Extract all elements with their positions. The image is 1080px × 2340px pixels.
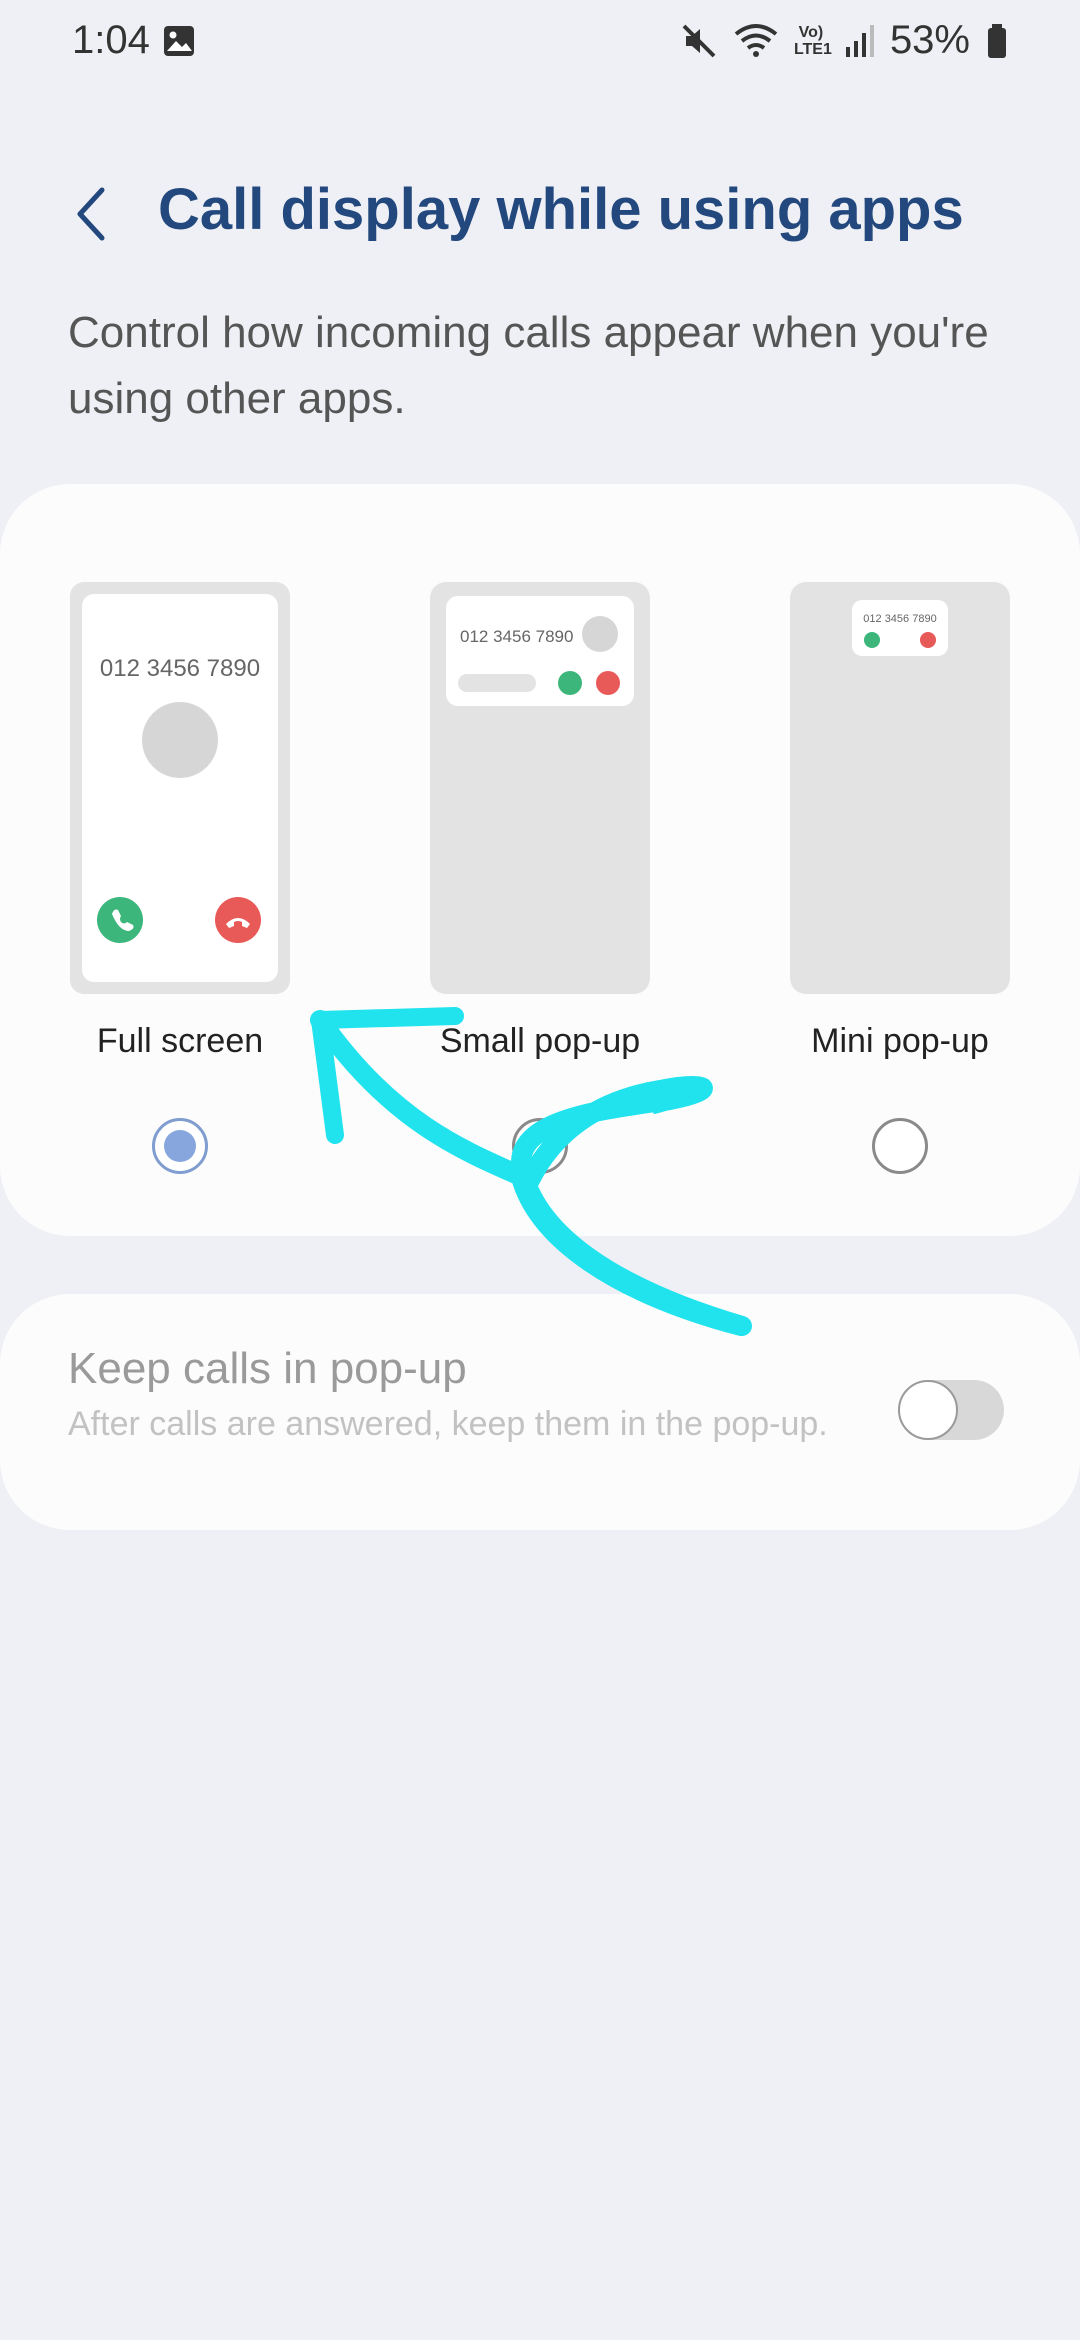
popup-answer-icon [558,671,582,695]
mute-icon [682,24,716,57]
keep-calls-subtitle: After calls are answered, keep them in t… [68,1405,828,1443]
status-time: 1:04 [72,18,150,62]
signal-icon [845,24,874,57]
keep-calls-setting[interactable]: Keep calls in pop-up After calls are ans… [0,1294,1080,1530]
popup-avatar-icon [582,616,618,652]
gallery-icon [164,26,194,56]
full-screen-preview[interactable]: 012 3456 7890 [68,580,292,996]
small-popup-number: 012 3456 7890 [460,627,573,646]
keep-calls-title: Keep calls in pop-up [68,1344,467,1393]
option-label-mini-popup: Mini pop-up [811,1022,989,1060]
network-label: Vo) LTE1 [793,23,832,58]
small-popup-preview[interactable]: 012 3456 7890 [428,580,652,996]
call-display-options-card: 012 3456 7890 012 3456 7890 012 3456 789… [0,484,1080,1236]
mini-popup-preview[interactable]: 012 3456 7890 [788,580,1012,996]
radio-mini-popup[interactable] [872,1118,928,1174]
full-screen-number: 012 3456 7890 [100,655,260,682]
radio-full-screen[interactable] [152,1118,208,1174]
keep-calls-toggle[interactable] [898,1380,1004,1440]
toggle-knob [898,1380,958,1440]
back-arrow-icon[interactable] [68,182,112,246]
mini-decline-icon [920,632,936,648]
mini-popup-number: 012 3456 7890 [863,613,936,625]
battery-icon [988,23,1006,58]
wifi-icon [734,23,778,57]
page-title: Call display while using apps [158,177,964,242]
option-label-full-screen: Full screen [96,1022,264,1060]
status-bar: 1:04 Vo) LTE1 53% [0,0,1080,80]
battery-percent: 53% [889,18,970,62]
radio-small-popup[interactable] [512,1118,568,1174]
page-description: Control how incoming calls appear when y… [68,308,989,423]
popup-decline-icon [596,671,620,695]
option-label-small-popup: Small pop-up [439,1022,641,1060]
status-icons: Vo) LTE1 53% [680,18,1008,63]
caller-avatar-icon [142,702,218,778]
mini-answer-icon [864,632,880,648]
